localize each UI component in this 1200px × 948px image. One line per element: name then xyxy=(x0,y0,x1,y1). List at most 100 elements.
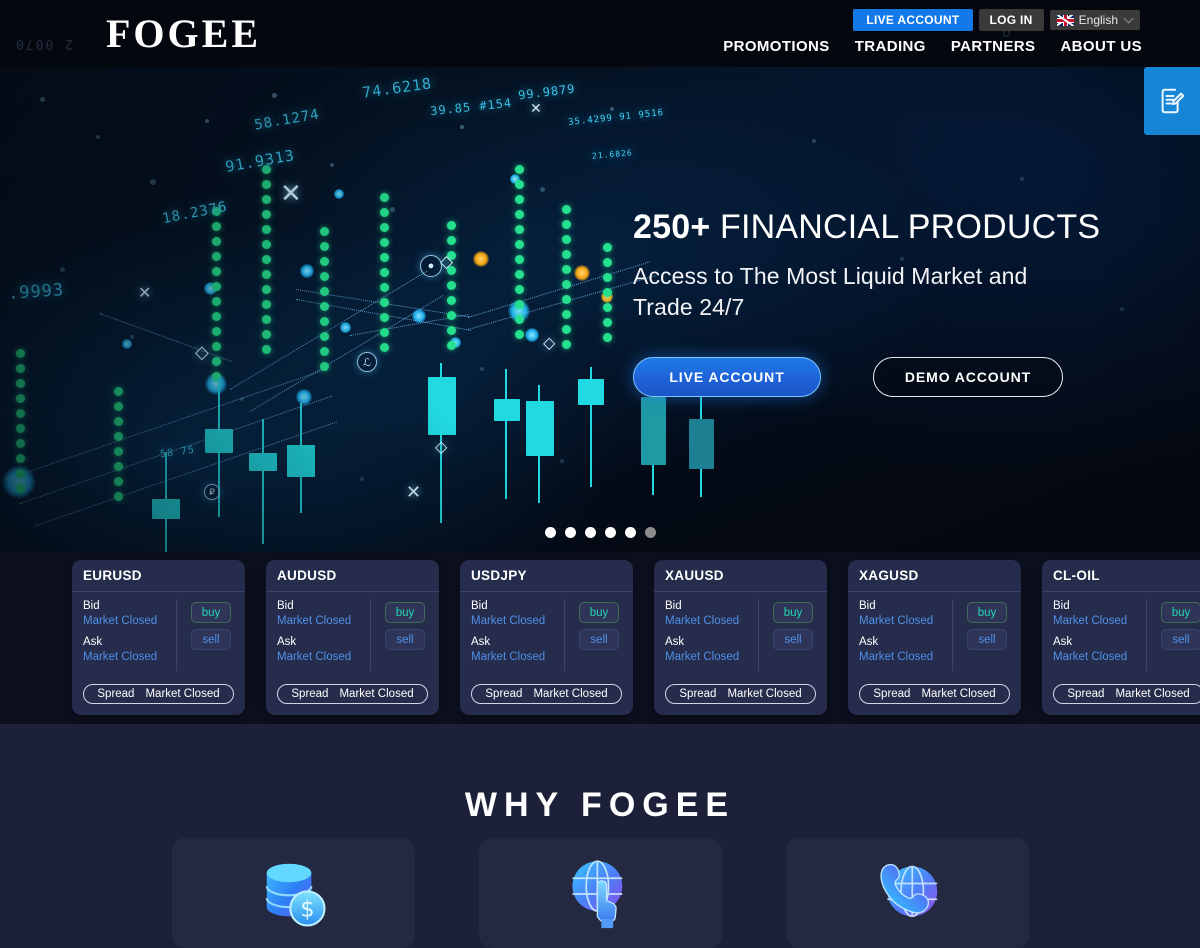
ticker-symbol: CL-OIL xyxy=(1042,560,1200,592)
form-edit-icon xyxy=(1161,88,1185,114)
ask-label: Ask xyxy=(1053,636,1073,648)
uk-flag-icon xyxy=(1056,14,1074,26)
carousel-dot-4[interactable] xyxy=(604,527,616,538)
main-navigation: PROMOTIONS TRADING PARTNERS ABOUT US xyxy=(723,38,1142,56)
ask-value: Market Closed xyxy=(1053,651,1128,663)
ask-label: Ask xyxy=(277,636,297,648)
globe-hand-click-icon xyxy=(572,860,623,929)
ticker-symbol: XAUUSD xyxy=(654,560,827,592)
spread-value: Market Closed xyxy=(339,688,414,700)
ask-value: Market Closed xyxy=(83,651,158,663)
bid-label: Bid xyxy=(859,600,876,612)
bid-value: Market Closed xyxy=(471,615,546,627)
ask-label: Ask xyxy=(859,636,879,648)
carousel-dot-1[interactable] xyxy=(544,527,556,538)
market-ticker-list: EURUSD Bid Market Closed Ask Market Closed bu… xyxy=(72,560,1200,715)
spread-value: Market Closed xyxy=(145,688,220,700)
carousel-dot-5[interactable] xyxy=(624,527,636,538)
contact-form-side-tab[interactable] xyxy=(1144,67,1200,135)
market-ticker-strip: EURUSD Bid Market Closed Ask Market Closed bu… xyxy=(0,552,1200,724)
hero-title-highlight: 250+ xyxy=(633,208,711,246)
ticker-card[interactable]: XAUUSD Bid Market Closed Ask Market Closed bu… xyxy=(654,560,827,715)
spread-pill: Spread Market Closed xyxy=(277,684,428,704)
nav-item-partners[interactable]: PARTNERS xyxy=(951,38,1036,56)
spread-pill: Spread Market Closed xyxy=(665,684,816,704)
header-decor-number: 2 0070 xyxy=(14,36,73,51)
spread-value: Market Closed xyxy=(533,688,608,700)
nav-item-trading[interactable]: TRADING xyxy=(855,38,926,56)
sell-button[interactable]: sell xyxy=(967,629,1007,650)
ticker-symbol: EURUSD xyxy=(72,560,245,592)
bid-value: Market Closed xyxy=(1053,615,1128,627)
coin-stack-dollar-icon: $ xyxy=(265,863,326,927)
ask-label: Ask xyxy=(665,636,685,648)
spread-label: Spread xyxy=(873,688,911,700)
spread-pill: Spread Market Closed xyxy=(859,684,1010,704)
buy-button[interactable]: buy xyxy=(967,602,1007,623)
spread-pill: Spread Market Closed xyxy=(83,684,234,704)
feature-card-support[interactable] xyxy=(785,838,1029,948)
bid-label: Bid xyxy=(277,600,294,612)
header-actions: LIVE ACCOUNT LOG IN English xyxy=(853,9,1140,31)
bid-label: Bid xyxy=(83,600,100,612)
spread-label: Spread xyxy=(485,688,523,700)
sell-button[interactable]: sell xyxy=(385,629,425,650)
feature-card-platform[interactable] xyxy=(478,838,722,948)
ask-value: Market Closed xyxy=(665,651,740,663)
hero-content: 250+ FINANCIAL PRODUCTS Access to The Mo… xyxy=(633,207,1153,397)
hero-buttons: LIVE ACCOUNT DEMO ACCOUNT xyxy=(633,357,1153,397)
language-selector[interactable]: English xyxy=(1049,10,1140,30)
buy-button[interactable]: buy xyxy=(1161,602,1200,623)
sell-button[interactable]: sell xyxy=(191,629,231,650)
ask-value: Market Closed xyxy=(277,651,352,663)
header-live-account-button[interactable]: LIVE ACCOUNT xyxy=(853,9,973,31)
svg-text:$: $ xyxy=(300,896,314,922)
hero-live-account-button[interactable]: LIVE ACCOUNT xyxy=(633,357,821,397)
sell-button[interactable]: sell xyxy=(579,629,619,650)
sell-button[interactable]: sell xyxy=(773,629,813,650)
spread-label: Spread xyxy=(97,688,135,700)
bid-label: Bid xyxy=(665,600,682,612)
spread-value: Market Closed xyxy=(727,688,802,700)
header-login-button[interactable]: LOG IN xyxy=(978,9,1044,31)
bid-label: Bid xyxy=(1053,600,1070,612)
ticker-symbol: USDJPY xyxy=(460,560,633,592)
ticker-symbol: AUDUSD xyxy=(266,560,439,592)
spread-label: Spread xyxy=(291,688,329,700)
site-logo[interactable]: FOGEE xyxy=(106,12,261,56)
feature-card-funding[interactable]: $ xyxy=(171,838,415,948)
buy-button[interactable]: buy xyxy=(385,602,425,623)
ticker-symbol: XAGUSD xyxy=(848,560,1021,592)
hero-demo-account-button[interactable]: DEMO ACCOUNT xyxy=(873,357,1063,397)
spread-value: Market Closed xyxy=(921,688,996,700)
nav-item-about-us[interactable]: ABOUT US xyxy=(1060,38,1142,56)
nav-item-promotions[interactable]: PROMOTIONS xyxy=(723,38,830,56)
spread-value: Market Closed xyxy=(1115,688,1190,700)
sell-button[interactable]: sell xyxy=(1161,629,1200,650)
ticker-card[interactable]: AUDUSD Bid Market Closed Ask Market Closed bu… xyxy=(266,560,439,715)
why-fogee-section: WHY FOGEE $ xyxy=(0,724,1200,948)
bid-value: Market Closed xyxy=(859,615,934,627)
buy-button[interactable]: buy xyxy=(191,602,231,623)
site-header: 2 0070 FOGEE LIVE ACCOUNT LOG IN English… xyxy=(0,0,1200,67)
bid-value: Market Closed xyxy=(83,615,158,627)
ask-label: Ask xyxy=(83,636,103,648)
chevron-down-icon xyxy=(1123,13,1134,24)
bid-value: Market Closed xyxy=(277,615,352,627)
buy-button[interactable]: buy xyxy=(773,602,813,623)
why-fogee-cards: $ xyxy=(0,838,1200,948)
carousel-dot-6[interactable] xyxy=(644,527,656,538)
ticker-card[interactable]: CL-OIL Bid Market Closed Ask Market Closed bu… xyxy=(1042,560,1200,715)
ticker-card[interactable]: USDJPY Bid Market Closed Ask Market Closed bu… xyxy=(460,560,633,715)
carousel-dot-2[interactable] xyxy=(564,527,576,538)
hero-title: 250+ FINANCIAL PRODUCTS xyxy=(633,207,1153,247)
bid-label: Bid xyxy=(471,600,488,612)
ticker-card[interactable]: EURUSD Bid Market Closed Ask Market Closed bu… xyxy=(72,560,245,715)
spread-pill: Spread Market Closed xyxy=(1053,684,1200,704)
hero-carousel-dots xyxy=(0,527,1200,538)
carousel-dot-3[interactable] xyxy=(584,527,596,538)
buy-button[interactable]: buy xyxy=(579,602,619,623)
spread-label: Spread xyxy=(1067,688,1105,700)
hero-subtitle: Access to The Most Liquid Market and Tra… xyxy=(633,263,1028,320)
ticker-card[interactable]: XAGUSD Bid Market Closed Ask Market Closed bu… xyxy=(848,560,1021,715)
